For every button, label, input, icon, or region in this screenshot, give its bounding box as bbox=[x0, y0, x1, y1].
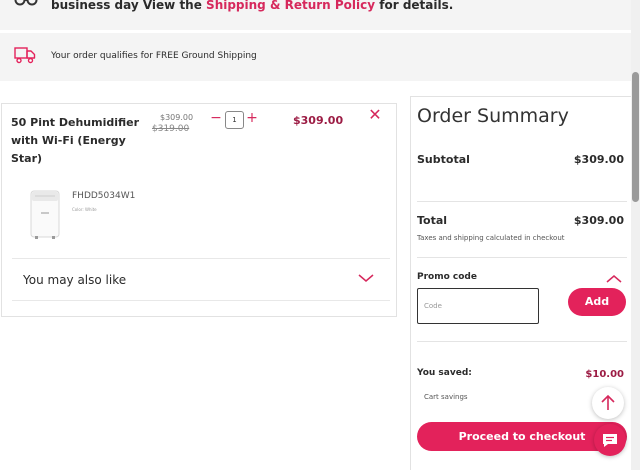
divider bbox=[417, 201, 627, 202]
divider bbox=[12, 300, 390, 301]
unit-price: $309.00 bbox=[160, 113, 194, 122]
glasses-icon bbox=[14, 0, 38, 6]
quantity-field[interactable]: 1 bbox=[225, 111, 244, 129]
original-price: $319.00 bbox=[152, 124, 190, 134]
notice-text: business day View the Shipping & Return … bbox=[51, 0, 454, 12]
divider bbox=[417, 257, 627, 258]
shipping-return-policy-link[interactable]: Shipping & Return Policy bbox=[206, 0, 375, 12]
shipping-notice: business day View the Shipping & Return … bbox=[0, 0, 640, 30]
promo-code-input[interactable] bbox=[417, 288, 539, 324]
chat-button[interactable] bbox=[594, 424, 626, 456]
decrease-quantity-button[interactable]: − bbox=[210, 111, 222, 126]
you-saved-label: You saved: bbox=[417, 368, 472, 378]
scrollbar-thumb[interactable] bbox=[632, 72, 639, 202]
subtotal-value: $309.00 bbox=[573, 153, 624, 166]
free-shipping-banner: Your order qualifies for FREE Ground Shi… bbox=[0, 33, 640, 81]
tax-note: Taxes and shipping calculated in checkou… bbox=[417, 234, 565, 242]
cart-savings-label: Cart savings bbox=[424, 393, 468, 401]
arrow-up-icon bbox=[601, 394, 615, 410]
chevron-down-icon[interactable] bbox=[358, 273, 374, 283]
scroll-to-top-button[interactable] bbox=[592, 387, 624, 419]
increase-quantity-button[interactable]: + bbox=[246, 111, 258, 126]
free-shipping-text: Your order qualifies for FREE Ground Shi… bbox=[51, 51, 257, 61]
you-may-also-like-heading[interactable]: You may also like bbox=[23, 273, 126, 287]
product-image[interactable] bbox=[28, 190, 62, 240]
line-total: $309.00 bbox=[293, 114, 344, 127]
chat-icon bbox=[603, 434, 617, 447]
you-saved-value: $10.00 bbox=[585, 369, 624, 380]
product-sku: FHDD5034W1 bbox=[72, 191, 136, 201]
chevron-up-icon[interactable] bbox=[606, 274, 622, 284]
truck-icon bbox=[14, 47, 36, 64]
page-scrollbar[interactable] bbox=[631, 0, 640, 470]
cart-items: 50 Pint Dehumidifier with Wi-Fi (Energy … bbox=[1, 103, 397, 317]
product-color: Color: White bbox=[72, 207, 97, 212]
promo-code-label: Promo code bbox=[417, 272, 477, 282]
total-value: $309.00 bbox=[573, 214, 624, 227]
divider bbox=[417, 341, 627, 342]
order-summary-title: Order Summary bbox=[417, 105, 569, 127]
cart-page: business day View the Shipping & Return … bbox=[0, 0, 640, 470]
product-name[interactable]: 50 Pint Dehumidifier with Wi-Fi (Energy … bbox=[11, 114, 141, 168]
divider bbox=[12, 258, 390, 259]
subtotal-label: Subtotal bbox=[417, 153, 470, 166]
total-label: Total bbox=[417, 214, 448, 227]
remove-item-button[interactable]: ✕ bbox=[368, 107, 382, 123]
add-promo-button[interactable]: Add bbox=[568, 288, 626, 316]
